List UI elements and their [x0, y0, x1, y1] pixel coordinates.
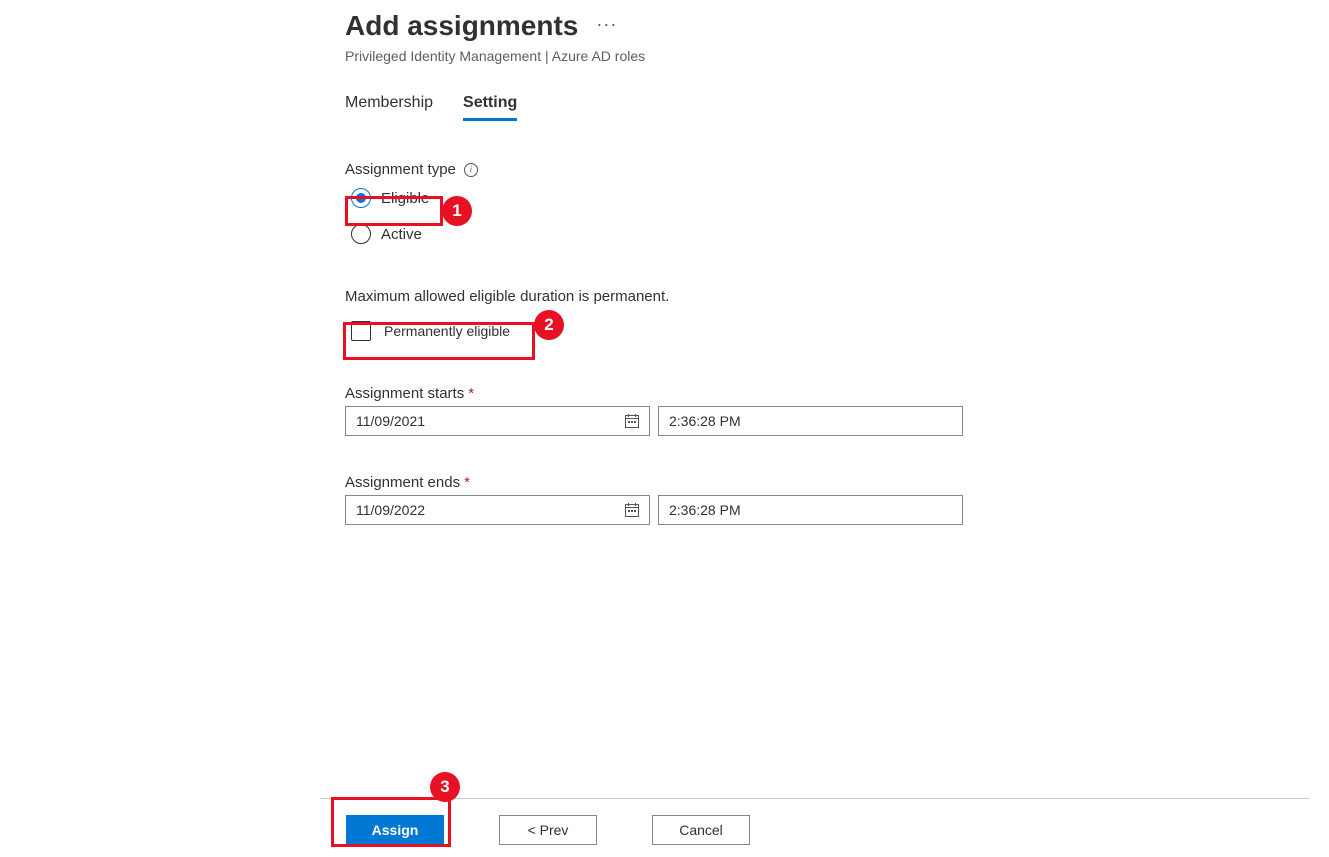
start-time-input[interactable]: 2:36:28 PM	[658, 406, 963, 436]
annotation-badge: 1	[442, 196, 472, 226]
tab-setting[interactable]: Setting	[463, 94, 517, 121]
assignment-type-label: Assignment type	[345, 161, 456, 178]
end-date-input[interactable]: 11/09/2022	[345, 495, 650, 525]
info-icon[interactable]: i	[464, 163, 478, 177]
radio-active-label: Active	[381, 226, 422, 243]
calendar-icon	[625, 414, 639, 428]
duration-note: Maximum allowed eligible duration is per…	[345, 288, 1329, 305]
start-time-value: 2:36:28 PM	[669, 413, 741, 429]
calendar-icon	[625, 503, 639, 517]
annotation-box	[343, 322, 535, 360]
page-title: Add assignments	[345, 10, 578, 42]
assignment-starts-label: Assignment starts*	[345, 385, 1329, 402]
end-time-value: 2:36:28 PM	[669, 502, 741, 518]
radio-active[interactable]: Active	[345, 220, 1329, 248]
annotation-badge: 3	[430, 772, 460, 802]
annotation-box	[331, 797, 451, 847]
cancel-button[interactable]: Cancel	[652, 815, 750, 845]
end-time-input[interactable]: 2:36:28 PM	[658, 495, 963, 525]
more-icon[interactable]: ···	[596, 14, 617, 35]
tab-bar: Membership Setting	[345, 94, 1329, 121]
radio-icon	[351, 224, 371, 244]
annotation-badge: 2	[534, 310, 564, 340]
end-date-value: 11/09/2022	[356, 502, 425, 518]
start-date-value: 11/09/2021	[356, 413, 425, 429]
radio-eligible[interactable]: Eligible	[345, 184, 1329, 212]
assignment-ends-label: Assignment ends*	[345, 474, 1329, 491]
footer-bar: Assign < Prev Cancel	[320, 798, 1310, 857]
annotation-box	[345, 196, 443, 226]
tab-membership[interactable]: Membership	[345, 94, 433, 121]
start-date-input[interactable]: 11/09/2021	[345, 406, 650, 436]
prev-button[interactable]: < Prev	[499, 815, 597, 845]
breadcrumb: Privileged Identity Management | Azure A…	[345, 48, 1329, 64]
